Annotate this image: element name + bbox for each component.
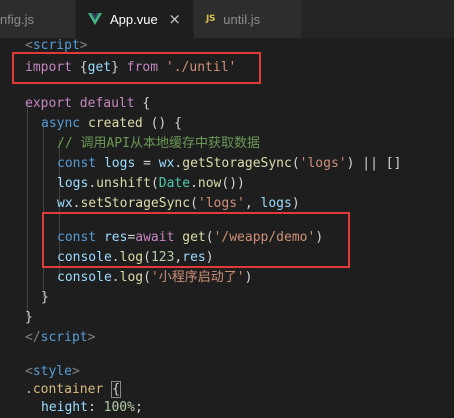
tab-app-vue[interactable]: App.vue × bbox=[76, 0, 194, 38]
tab-until-js[interactable]: JS until.js bbox=[194, 0, 302, 38]
code-line-comment: // 调用API从本地缓存中获取数据 bbox=[57, 136, 260, 151]
code-line-setstorage: wx.setStorageSync('logs', logs) bbox=[57, 196, 300, 211]
code-line-container: .container { bbox=[25, 381, 121, 398]
code-line-close-obj: } bbox=[25, 310, 33, 325]
indent-guide bbox=[27, 100, 28, 318]
code-line-export: export default { bbox=[25, 96, 151, 111]
highlight-box-await bbox=[42, 212, 350, 268]
indent-guide bbox=[43, 120, 44, 298]
code-editor[interactable]: <script> import {get} from './until' exp… bbox=[0, 38, 454, 416]
tab-label: App.vue bbox=[110, 11, 158, 27]
code-line-logs: const logs = wx.getStorageSync('logs') |… bbox=[57, 156, 402, 171]
code-line-created: async created () { bbox=[41, 116, 182, 131]
tab-label: nfig.js bbox=[0, 11, 34, 27]
js-file-icon: JS bbox=[206, 14, 216, 24]
code-line-script-close: </script> bbox=[25, 330, 96, 345]
highlight-box-import bbox=[12, 52, 261, 84]
code-line-close-fn: } bbox=[41, 290, 49, 305]
code-line-console-msg: console.log('小程序启动了') bbox=[57, 270, 253, 285]
tab-label: until.js bbox=[223, 11, 261, 27]
close-icon[interactable]: × bbox=[168, 10, 181, 28]
tab-bar-empty bbox=[302, 0, 454, 38]
vue-file-icon bbox=[88, 13, 102, 25]
tab-config-js[interactable]: nfig.js bbox=[0, 0, 76, 38]
code-line-height: height: 100%; bbox=[41, 400, 143, 415]
code-line-style-open: <style> bbox=[25, 364, 80, 379]
code-line-unshift: logs.unshift(Date.now()) bbox=[57, 176, 245, 191]
editor-tab-bar: nfig.js App.vue × JS until.js bbox=[0, 0, 454, 38]
